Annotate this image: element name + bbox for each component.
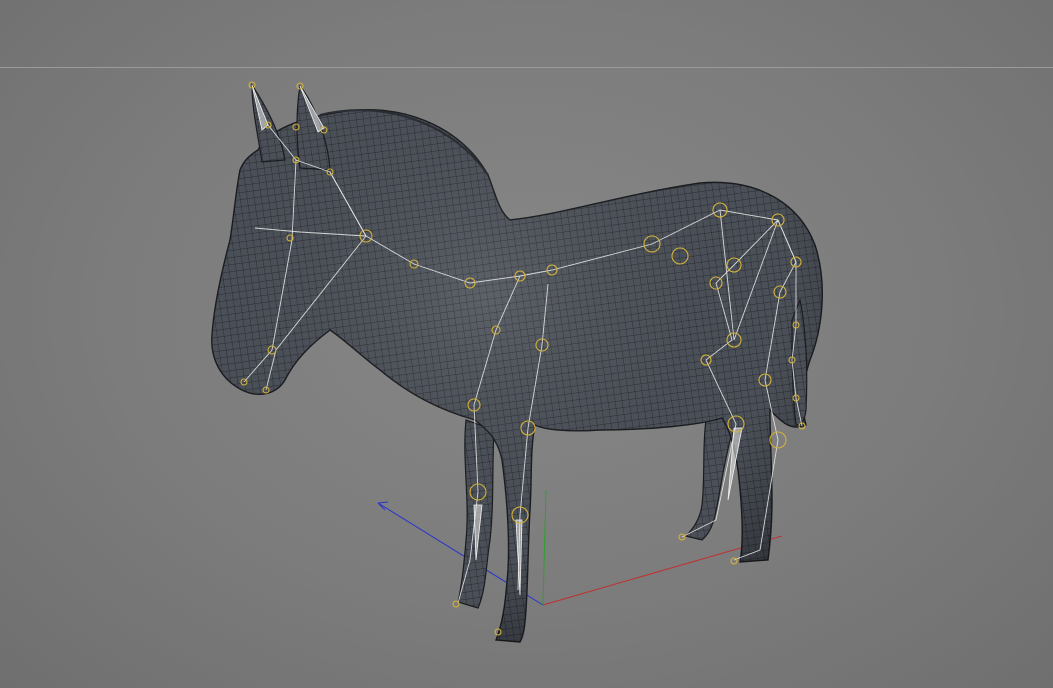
viewport-scene [211, 81, 823, 643]
joint-front-hoof-far[interactable] [452, 600, 460, 608]
3d-viewport[interactable] [0, 0, 1053, 688]
joint-hind-hoof-near[interactable] [730, 557, 738, 565]
world-axes [377, 489, 783, 606]
zebra-model[interactable] [211, 83, 823, 643]
y-axis-line [542, 489, 547, 606]
